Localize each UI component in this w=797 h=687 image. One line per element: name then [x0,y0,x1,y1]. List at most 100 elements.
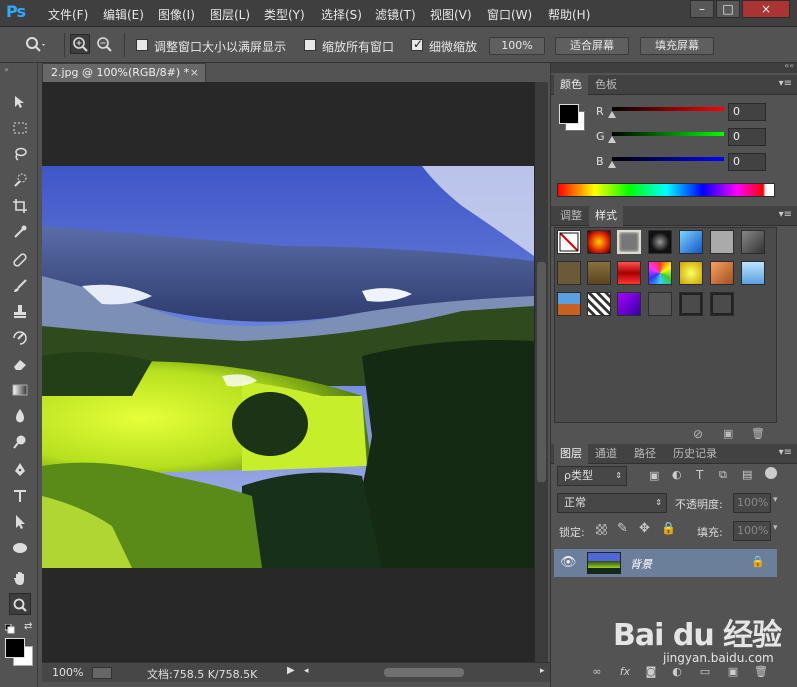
crop-tool-icon[interactable] [9,195,31,217]
layer-row-background[interactable]: 👁 背景 🔒 [554,549,777,577]
link-layers-icon[interactable]: ∞ [589,665,605,679]
menu-image[interactable]: 图像(I) [158,6,195,23]
blue-slider-handle[interactable] [608,161,616,168]
green-value-input[interactable]: 0 [728,128,766,146]
filter-pixel-icon[interactable]: ▣ [649,469,659,482]
menu-layer[interactable]: 图层(L) [210,6,250,23]
canvas-area[interactable] [42,82,538,662]
eyedropper-tool-icon[interactable] [9,221,31,243]
zoom-100-button[interactable]: 100% [489,37,545,55]
style-swatch[interactable] [617,261,641,285]
marquee-tool-icon[interactable] [9,117,31,139]
red-slider-handle[interactable] [608,111,616,118]
close-tab-icon[interactable]: × [190,64,199,82]
style-swatch[interactable] [587,230,611,254]
fill-screen-button[interactable]: 填充屏幕 [640,37,714,55]
menu-select[interactable]: 选择(S) [321,6,362,23]
healing-brush-tool-icon[interactable] [9,249,31,271]
fill-dropdown-icon[interactable]: ▾ [773,523,778,533]
panel-collapse-icon[interactable]: » [4,65,9,74]
style-swatch[interactable] [710,261,734,285]
style-swatch[interactable] [741,230,765,254]
zoom-out-icon[interactable] [95,35,113,56]
maximize-button[interactable]: □ [716,0,740,18]
panel-menu-icon[interactable]: ▾≡ [779,447,792,458]
style-swatch[interactable] [710,230,734,254]
panel-menu-icon[interactable]: ▾≡ [779,78,792,89]
style-swatch[interactable] [617,292,641,316]
close-button[interactable]: × [742,0,790,18]
delete-style-icon[interactable]: 🗑 [751,427,765,440]
status-share-icon[interactable] [92,667,112,679]
eraser-tool-icon[interactable] [9,353,31,375]
style-swatch-selected[interactable] [617,230,641,254]
tab-history[interactable]: 历史记录 [667,444,723,464]
fill-input[interactable]: 100% [733,521,771,541]
status-zoom[interactable]: 100% [52,666,83,679]
brush-tool-icon[interactable] [9,275,31,297]
menu-type[interactable]: 类型(Y) [264,6,305,23]
visibility-eye-icon[interactable]: 👁 [560,555,577,570]
type-tool-icon[interactable] [9,485,31,507]
tab-swatches[interactable]: 色板 [589,75,623,95]
hand-tool-icon[interactable] [9,567,31,589]
style-swatch[interactable] [648,261,672,285]
status-menu-arrow-icon[interactable]: ▶ [287,665,295,676]
minimize-button[interactable]: – [690,0,714,18]
filter-toggle-icon[interactable] [765,467,777,479]
zoom-tool-preset-icon[interactable] [24,35,46,58]
layer-filter-select[interactable]: ρ类型 ⇕ [557,466,627,486]
tab-layers[interactable]: 图层 [554,444,588,464]
quick-select-tool-icon[interactable] [9,169,31,191]
clear-style-icon[interactable]: ⊘ [693,427,703,441]
style-swatch[interactable] [679,230,703,254]
path-selection-tool-icon[interactable] [9,511,31,533]
scroll-right-icon[interactable]: ▸ [540,666,545,676]
filter-adjustment-icon[interactable]: ◐ [672,468,682,481]
panel-foreground-swatch[interactable] [559,104,579,124]
lasso-tool-icon[interactable] [9,143,31,165]
color-spectrum-bar[interactable] [557,183,775,197]
style-swatch[interactable] [587,261,611,285]
style-swatch[interactable] [557,261,581,285]
red-value-input[interactable]: 0 [728,103,766,121]
style-none-swatch[interactable] [557,230,581,254]
zoom-all-checkbox[interactable] [304,39,316,51]
resize-windows-checkbox[interactable] [136,39,148,51]
zoom-in-icon[interactable] [70,34,90,54]
foreground-color-swatch[interactable] [5,638,25,658]
menu-help[interactable]: 帮助(H) [548,6,590,23]
zoom-tool-icon[interactable] [9,593,31,615]
lock-all-icon[interactable]: 🔒 [661,521,676,535]
opacity-input[interactable]: 100% [733,493,771,513]
blue-value-input[interactable]: 0 [728,153,766,171]
style-swatch[interactable] [648,230,672,254]
menu-edit[interactable]: 编辑(E) [103,6,144,23]
lock-position-icon[interactable]: ✥ [639,521,650,536]
horizontal-scrollbar-thumb[interactable] [384,668,464,677]
layer-name[interactable]: 背景 [630,556,652,572]
blend-mode-select[interactable]: 正常 ⇕ [557,493,667,513]
panel-menu-icon[interactable]: ▾≡ [779,209,792,220]
new-style-icon[interactable]: ▣ [723,427,733,440]
vertical-scrollbar[interactable] [535,82,548,662]
style-swatch[interactable] [679,292,703,316]
default-colors-icon[interactable] [4,623,15,637]
history-brush-tool-icon[interactable] [9,327,31,349]
scroll-left-icon[interactable]: ◂ [304,666,309,676]
swap-colors-icon[interactable]: ⇄ [24,621,32,632]
green-slider[interactable] [612,132,724,136]
lock-transparent-icon[interactable] [596,524,607,535]
clone-stamp-tool-icon[interactable] [9,301,31,323]
filter-type-icon[interactable]: T [696,468,703,482]
pen-tool-icon[interactable] [9,459,31,481]
shape-tool-icon[interactable] [9,537,31,559]
red-slider[interactable] [612,107,724,111]
menu-file[interactable]: 文件(F) [48,6,88,23]
lock-image-icon[interactable]: ✎ [617,521,628,536]
green-slider-handle[interactable] [608,136,616,143]
opacity-dropdown-icon[interactable]: ▾ [773,495,778,505]
gradient-tool-icon[interactable] [9,379,31,401]
fit-screen-button[interactable]: 适合屏幕 [555,37,629,55]
vertical-scrollbar-thumb[interactable] [537,262,546,482]
